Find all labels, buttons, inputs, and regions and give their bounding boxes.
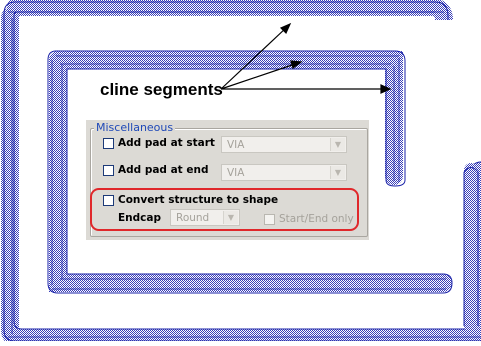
add-pad-start-row: Add pad at start [103,137,215,149]
add-pad-end-label: Add pad at end [118,164,209,176]
add-pad-end-value: VIA [227,167,245,179]
group-title: Miscellaneous [94,121,176,134]
chevron-down-icon: ▼ [330,138,345,151]
add-pad-end-row: Add pad at end [103,164,208,176]
add-pad-end-checkbox[interactable] [103,164,114,176]
add-pad-start-checkbox[interactable] [103,137,114,149]
cline-diagram: cline segments Miscellaneous Add pad at … [0,0,481,346]
convert-structure-row: Convert structure to shape [103,194,278,206]
add-pad-start-label: Add pad at start [118,137,215,149]
endcap-value: Round [176,212,210,224]
endcap-label: Endcap [118,212,161,224]
add-pad-start-select[interactable]: VIA ▼ [221,136,347,153]
start-end-only-label: Start/End only [279,213,354,225]
chevron-down-icon: ▼ [223,211,238,224]
add-pad-start-value: VIA [227,139,245,151]
convert-structure-checkbox[interactable] [103,194,114,206]
start-end-only-checkbox[interactable] [264,213,275,225]
endcap-select[interactable]: Round ▼ [170,209,240,226]
chevron-down-icon: ▼ [330,166,345,179]
convert-structure-label: Convert structure to shape [118,194,279,206]
miscellaneous-panel: Miscellaneous Add pad at start VIA ▼ Add… [86,120,369,240]
add-pad-end-select[interactable]: VIA ▼ [221,164,347,181]
cline-segments-label: cline segments [100,80,223,99]
start-end-only-row: Start/End only [264,213,354,225]
endcap-row: Endcap [118,212,161,224]
